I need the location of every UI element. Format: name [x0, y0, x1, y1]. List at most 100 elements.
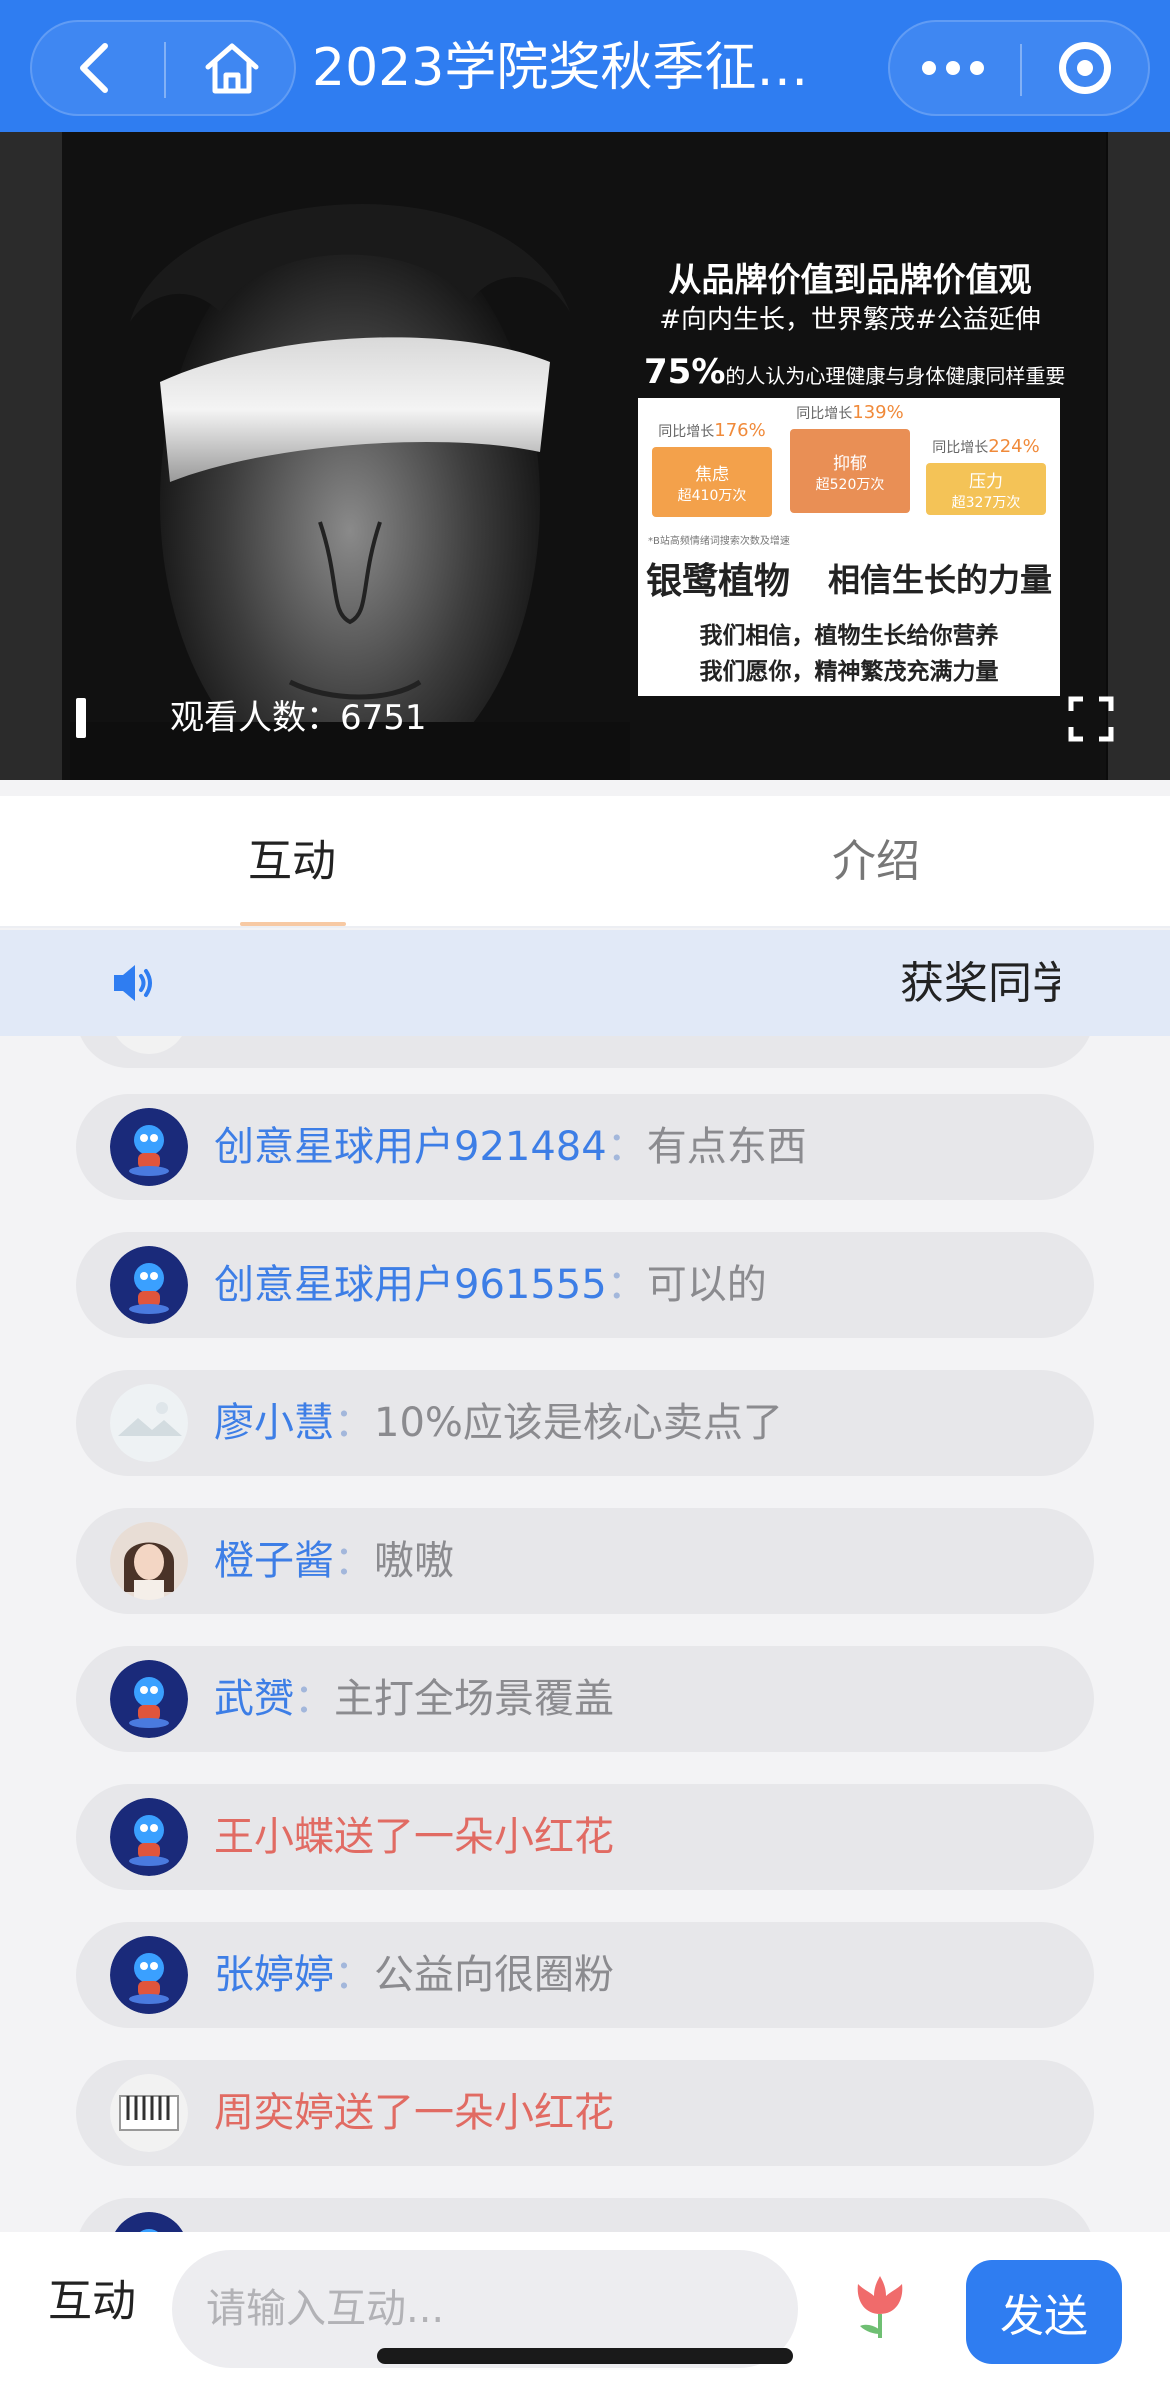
avatar-mascot — [110, 1108, 188, 1186]
stat-growth-label: 同比增长 — [932, 440, 989, 456]
chat-nickname[interactable]: 廖小慧 — [214, 1400, 334, 1446]
chat-text: 主打全场景覆盖 — [334, 1676, 614, 1722]
stat-depression: 同比增长139% 抑郁 超520万次 — [790, 402, 910, 513]
video-side-left — [0, 132, 62, 780]
page-title: 2023学院奖秋季征… — [312, 38, 809, 98]
tulip-icon[interactable] — [850, 2274, 910, 2340]
bottom-input-bar: 互动 发送 — [0, 2232, 1170, 2391]
chat-text: 可以的 — [646, 1262, 767, 1308]
ad-footnote: *B站高频情绪词搜索次数及增速 — [648, 536, 790, 547]
stat-anxiety: 同比增长176% 焦虑 超410万次 — [652, 420, 772, 517]
pause-icon — [76, 698, 86, 738]
chat-item: 创意星球用户961555：可以的 — [76, 1232, 1094, 1338]
chat-message: 武赟：主打全场景覆盖 — [214, 1668, 614, 1730]
chat-list[interactable]: 创意星球用户921484：有点东西 创意星球用户961555：可以的 廖小慧：1… — [0, 1036, 1170, 2232]
announcement-bar: 获奖同学 — [0, 930, 1170, 1036]
chat-colon: ： — [294, 1676, 334, 1722]
chat-nickname[interactable]: 张婷婷 — [214, 1952, 334, 1998]
chat-colon: ： — [606, 1262, 647, 1308]
ad-subtitle: #向内生长，世界繁茂#公益延伸 — [659, 305, 1041, 335]
chat-text: 嗷嗷 — [374, 1538, 454, 1584]
announcement-marquee: 获奖同学 — [240, 930, 1060, 1036]
chat-item: 橙子酱：嗷嗷 — [76, 1508, 1094, 1614]
chat-colon: ： — [334, 1400, 374, 1446]
chat-message: 廖小慧：10%应该是核心卖点了 — [214, 1392, 783, 1454]
ad-line-2: 我们愿你，精神繁茂充满力量 — [699, 659, 999, 685]
avatar-keys — [110, 2074, 188, 2152]
chat-message: 张婷婷：公益向很圈粉 — [214, 1944, 614, 2006]
avatar-landscape — [110, 1384, 188, 1462]
stat-tile: 焦虑 超410万次 — [652, 447, 772, 517]
brand-row: 银鹭植物 相信生长的力量 — [646, 550, 1052, 606]
blindfolded-man-image — [70, 204, 630, 780]
brand-slogan: 相信生长的力量 — [827, 561, 1052, 599]
app-screen: 2023学院奖秋季征… 从品牌价值到品牌价值观 #向内生长，世界繁茂#公益延伸 … — [0, 0, 1170, 2391]
viewer-count: 观看人数：6751 — [170, 698, 427, 738]
ad-stat-percent: 75% — [644, 352, 726, 392]
gift-text: 周奕婷送了一朵小红花 — [214, 2090, 614, 2136]
avatar-mascot — [110, 1936, 188, 2014]
stat-growth-label: 同比增长 — [796, 406, 853, 422]
live-video-player[interactable]: 从品牌价值到品牌价值观 #向内生长，世界繁茂#公益延伸 75%的人认为心理健康与… — [0, 132, 1170, 780]
speaker-icon — [114, 965, 152, 1001]
chat-colon: ： — [334, 1952, 374, 1998]
more-dots-icon — [917, 61, 989, 75]
avatar-mascot — [110, 1246, 188, 1324]
chat-item-partial-top — [76, 1036, 1094, 1068]
chat-gift-item: 王小蝶送了一朵小红花 — [76, 1784, 1094, 1890]
chat-gift-item: 周奕婷送了一朵小红花 — [76, 2060, 1094, 2166]
stat-name: 焦虑 — [695, 464, 729, 485]
avatar-mascot — [110, 1798, 188, 1876]
tab-introduction[interactable]: 介绍 — [832, 832, 920, 892]
chevron-left-icon — [80, 43, 108, 93]
avatar-mascot — [110, 1660, 188, 1738]
home-button[interactable] — [168, 20, 296, 116]
top-nav-bar: 2023学院奖秋季征… — [0, 0, 1170, 132]
gift-text: 王小蝶送了一朵小红花 — [214, 1814, 614, 1860]
chat-colon: ： — [334, 1538, 374, 1584]
chat-item-partial-bottom — [76, 2198, 1094, 2232]
avatar-mascot — [114, 2212, 184, 2232]
interaction-label: 互动 — [48, 2276, 136, 2327]
record-button[interactable] — [1020, 20, 1150, 116]
tab-interaction[interactable]: 互动 — [248, 832, 336, 892]
stat-growth-value: 176% — [714, 420, 766, 441]
chat-nickname[interactable]: 创意星球用户921484 — [214, 1124, 607, 1170]
tab-active-indicator — [240, 922, 346, 926]
stat-tile: 压力 超327万次 — [926, 463, 1046, 515]
chat-message: 创意星球用户961555：可以的 — [214, 1254, 767, 1316]
stat-count: 超520万次 — [815, 476, 885, 493]
announcement-text: 获奖同学 — [900, 958, 1060, 1009]
back-button[interactable] — [30, 20, 160, 116]
stat-count: 超327万次 — [951, 494, 1021, 511]
chat-item: 廖小慧：10%应该是核心卖点了 — [76, 1370, 1094, 1476]
chat-nickname[interactable]: 创意星球用户961555 — [214, 1262, 607, 1308]
send-button[interactable]: 发送 — [966, 2260, 1122, 2364]
chat-message: 王小蝶送了一朵小红花 — [214, 1806, 614, 1868]
chat-item: 创意星球用户921484：有点东西 — [76, 1094, 1094, 1200]
ad-line-1: 我们相信，植物生长给你营养 — [699, 623, 999, 649]
ad-stat-line: 75%的人认为心理健康与身体健康同样重要 — [644, 352, 1065, 392]
home-indicator — [377, 2348, 793, 2364]
chat-colon: ： — [606, 1124, 647, 1170]
more-button[interactable] — [888, 20, 1018, 116]
stat-growth-label: 同比增长 — [658, 424, 715, 440]
stat-tile: 抑郁 超520万次 — [790, 429, 910, 513]
home-icon — [205, 43, 259, 94]
video-side-right — [1108, 132, 1170, 780]
stat-count: 超410万次 — [677, 487, 747, 504]
chat-nickname[interactable]: 橙子酱 — [214, 1538, 334, 1584]
brand-logo-text: 银鹭植物 — [646, 560, 791, 602]
fullscreen-icon[interactable] — [1068, 696, 1114, 742]
avatar — [110, 1036, 188, 1054]
nav-divider — [164, 42, 166, 98]
stat-pressure: 同比增长224% 压力 超327万次 — [926, 436, 1046, 515]
avatar-portrait — [110, 1522, 188, 1600]
chat-nickname[interactable]: 武赟 — [214, 1676, 294, 1722]
chat-message: 周奕婷送了一朵小红花 — [214, 2082, 614, 2144]
stat-growth-value: 139% — [852, 402, 904, 423]
stat-name: 抑郁 — [833, 453, 867, 474]
record-icon — [1059, 42, 1111, 94]
chat-text: 10%应该是核心卖点了 — [374, 1400, 783, 1446]
pause-button[interactable] — [76, 698, 96, 738]
